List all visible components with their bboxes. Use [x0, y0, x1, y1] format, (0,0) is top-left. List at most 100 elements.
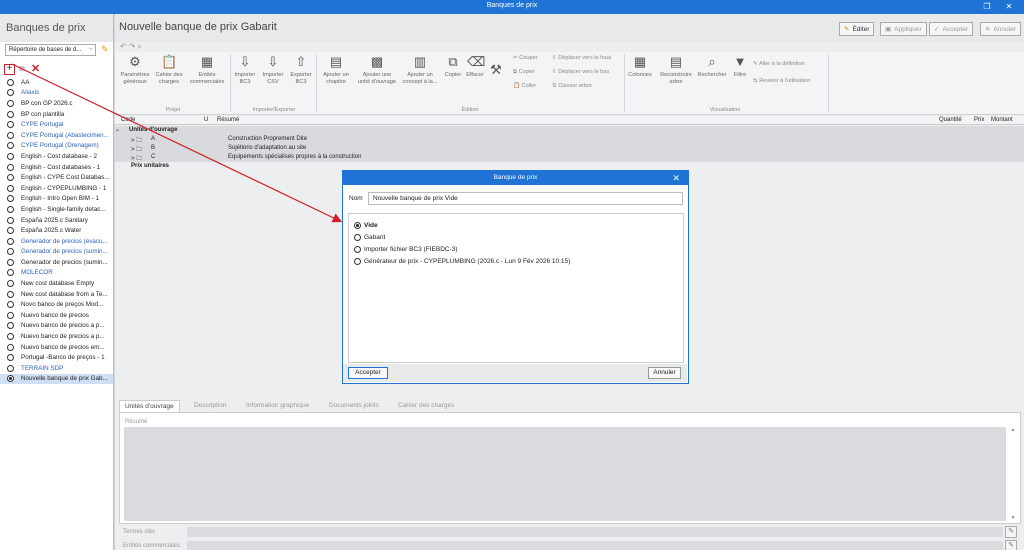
- apply-button[interactable]: ▣ Appliquer: [880, 22, 927, 36]
- radio[interactable]: [7, 99, 14, 107]
- radio[interactable]: [7, 163, 14, 171]
- radio[interactable]: [7, 269, 14, 277]
- termes-edit-button[interactable]: ✎: [1005, 526, 1017, 538]
- dialog-close-icon[interactable]: ✕: [672, 171, 680, 185]
- go-usage-button[interactable]: ⇆ Revenir à l'utilisation: [753, 78, 810, 84]
- copy-small-button[interactable]: ⧉ Copier: [513, 69, 535, 76]
- search-icon[interactable]: ⌕: [137, 42, 143, 51]
- bank-list-item[interactable]: Nouvelle banque de prix Gab...: [0, 373, 113, 385]
- add-unit-button[interactable]: ▩ Ajouter une unité d'ouvrage: [354, 54, 400, 86]
- termes-field[interactable]: [187, 527, 1003, 537]
- columns-button[interactable]: ▦ Colonnes: [625, 54, 655, 79]
- copy-icon[interactable]: ⧉: [19, 64, 25, 74]
- bank-list-item[interactable]: España 2025.c Sanitary: [0, 215, 113, 226]
- tab-unites[interactable]: Unités d'ouvrage: [119, 400, 180, 412]
- bank-list-item[interactable]: Generador de precios (sumin...: [0, 257, 113, 268]
- bank-list-item[interactable]: Generador de precios (evacu...: [0, 236, 113, 247]
- filter-button[interactable]: ▼ Filtre: [729, 54, 751, 79]
- rebuild-tree-button[interactable]: ▤ Reconstruire arbre: [656, 54, 696, 86]
- entites-field[interactable]: [187, 541, 1003, 550]
- add-concept-button[interactable]: ▥ Ajouter un concept à la...: [400, 54, 440, 86]
- radio[interactable]: [7, 311, 14, 319]
- bank-list-item[interactable]: CYPE Portugal (Drenagem): [0, 141, 113, 152]
- paste-button[interactable]: 📋 Coller: [513, 83, 536, 89]
- dialog-cancel-button[interactable]: Annuler: [648, 367, 681, 379]
- radio[interactable]: [7, 258, 14, 266]
- bank-list-item[interactable]: CYPE Portugal: [0, 119, 113, 130]
- import-bc3-button[interactable]: ⇩ Importer BC3: [232, 54, 258, 86]
- bank-list-item[interactable]: English - CYPEPLUMBING - 1: [0, 183, 113, 194]
- dialog-accept-button[interactable]: Accepter: [348, 367, 388, 379]
- add-bank-button[interactable]: +: [4, 64, 15, 75]
- bank-list-item[interactable]: AA: [0, 77, 113, 88]
- radio[interactable]: [7, 152, 14, 160]
- bank-list-item[interactable]: Novo banco de preços Mod...: [0, 299, 113, 310]
- cut-button[interactable]: ✂ Couper: [513, 55, 538, 61]
- radio[interactable]: [7, 248, 14, 256]
- radio[interactable]: [7, 237, 14, 245]
- bank-list-item[interactable]: Nuevo banco de precios a p...: [0, 321, 113, 332]
- bank-list-item[interactable]: TERRAIN SDP: [0, 363, 113, 374]
- radio[interactable]: [7, 131, 14, 139]
- radio[interactable]: [7, 364, 14, 372]
- close-icon[interactable]: ✕: [1002, 1, 1016, 13]
- table-row[interactable]: > 🗀 A Construction Proprement Dite: [115, 135, 1024, 144]
- radio[interactable]: [7, 343, 14, 351]
- parametres-button[interactable]: ⚙ Paramètres généraux: [117, 54, 153, 86]
- bank-list-item[interactable]: Generador de precios (sumin...: [0, 247, 113, 258]
- bank-list-item[interactable]: Nuevo banco de precios a p...: [0, 331, 113, 342]
- bank-list-item[interactable]: España 2025.c Water: [0, 225, 113, 236]
- import-csv-button[interactable]: ⇩ Importer CSV: [260, 54, 286, 86]
- radio[interactable]: [7, 78, 14, 86]
- radio[interactable]: [7, 354, 14, 362]
- radio[interactable]: [7, 333, 14, 341]
- nom-input[interactable]: Nouvelle banque de prix Vide: [368, 192, 683, 205]
- copy-button[interactable]: ⧉ Copier: [442, 54, 464, 79]
- radio[interactable]: [7, 322, 14, 330]
- chevron-down-icon[interactable]: ⌄: [115, 127, 120, 133]
- scroll-down-icon[interactable]: ▼: [1009, 515, 1017, 521]
- bank-list-item[interactable]: English - CYPE Cost Databas...: [0, 172, 113, 183]
- bank-list-item[interactable]: CYPE Portugal (Abastecimen...: [0, 130, 113, 141]
- radio[interactable]: [7, 174, 14, 182]
- edit-button[interactable]: ✎ Éditer: [839, 22, 875, 36]
- bank-list-item[interactable]: Nuevo banco de precios em...: [0, 342, 113, 353]
- scroll-up-icon[interactable]: ▲: [1009, 427, 1017, 433]
- undo-icon[interactable]: ↶: [120, 42, 129, 51]
- accept-button[interactable]: ✓ Accepter: [929, 22, 974, 36]
- entites-edit-button[interactable]: ✎: [1005, 540, 1017, 550]
- bank-list-item[interactable]: MOLECOR: [0, 268, 113, 279]
- bank-list-item[interactable]: Nuevo banco de precios: [0, 310, 113, 321]
- table-row[interactable]: ⌄ Unités d'ouvrage: [115, 126, 1024, 135]
- radio[interactable]: [7, 184, 14, 192]
- radio[interactable]: [7, 290, 14, 298]
- tools-button[interactable]: ⚒: [487, 62, 505, 80]
- export-bc3-button[interactable]: ⇧ Exporter BC3: [288, 54, 314, 86]
- table-row[interactable]: > 🗀 B Sujétions d'adaptation au site: [115, 144, 1024, 153]
- entites-button[interactable]: ▦ Entités commerciales: [185, 54, 229, 86]
- bank-list-item[interactable]: English - Single-family detac...: [0, 204, 113, 215]
- bank-list-item[interactable]: BP con plantilla: [0, 109, 113, 120]
- radio[interactable]: [7, 375, 14, 383]
- tab-information[interactable]: Information graphique: [241, 400, 314, 412]
- resume-textarea[interactable]: [124, 427, 1006, 521]
- radio[interactable]: [7, 216, 14, 224]
- search-button[interactable]: ⌕ Rechercher: [696, 54, 728, 79]
- bank-list-item[interactable]: English - Intro Open BIM - 1: [0, 194, 113, 205]
- radio[interactable]: [7, 205, 14, 213]
- scrollbar[interactable]: ▲ ▼: [1009, 427, 1017, 521]
- option-gabarit[interactable]: Gabarit: [354, 234, 385, 241]
- add-chapter-button[interactable]: ▤ Ajouter un chapitre: [318, 54, 354, 86]
- tab-description[interactable]: Description: [189, 400, 232, 412]
- bank-list-item[interactable]: Portugal -Banco de preços - 1: [0, 352, 113, 363]
- table-row[interactable]: > 🗀 C Equipements spécialisés propres à la…: [115, 153, 1024, 162]
- radio[interactable]: [7, 301, 14, 309]
- bank-list-item[interactable]: New cost database from a Te...: [0, 289, 113, 300]
- move-up-button[interactable]: ⇧ Déplacer vers le haut: [552, 55, 611, 61]
- bank-list-item[interactable]: Aliaxis: [0, 88, 113, 99]
- cancel-button[interactable]: ✕ Annuler: [980, 22, 1021, 36]
- radio[interactable]: [7, 195, 14, 203]
- radio[interactable]: [7, 110, 14, 118]
- sort-tree-button[interactable]: ⇅ Classer arbre: [552, 83, 592, 89]
- option-vide[interactable]: Vide: [354, 222, 378, 229]
